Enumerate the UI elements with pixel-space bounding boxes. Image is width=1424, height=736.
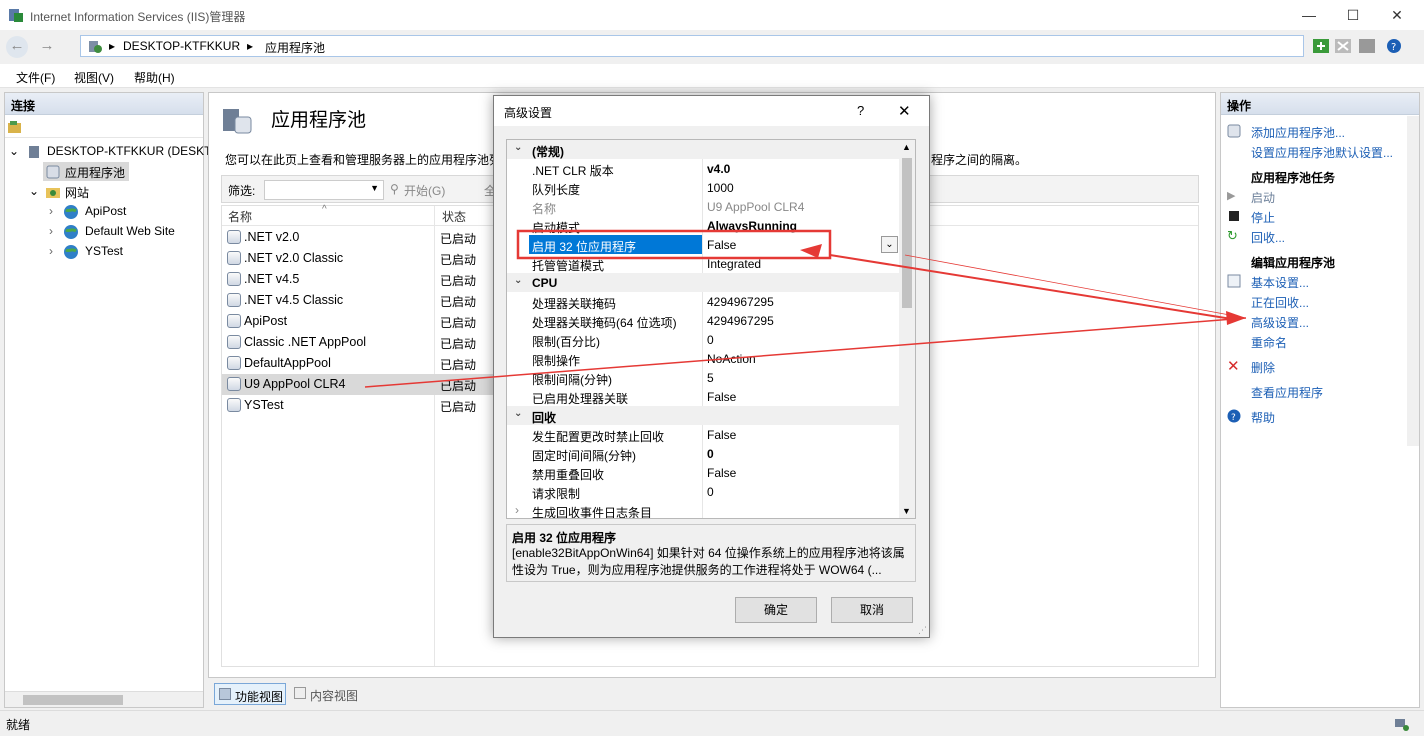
annotation-arrowhead	[800, 244, 822, 258]
annotation-arrow-line	[829, 254, 1239, 321]
annotation-highlight-box	[516, 229, 832, 260]
annotation-overlay	[364, 229, 1247, 388]
annotation-thin-line	[904, 254, 1247, 319]
annotation-line	[364, 317, 1247, 388]
annotation-arrowhead	[1226, 311, 1246, 325]
